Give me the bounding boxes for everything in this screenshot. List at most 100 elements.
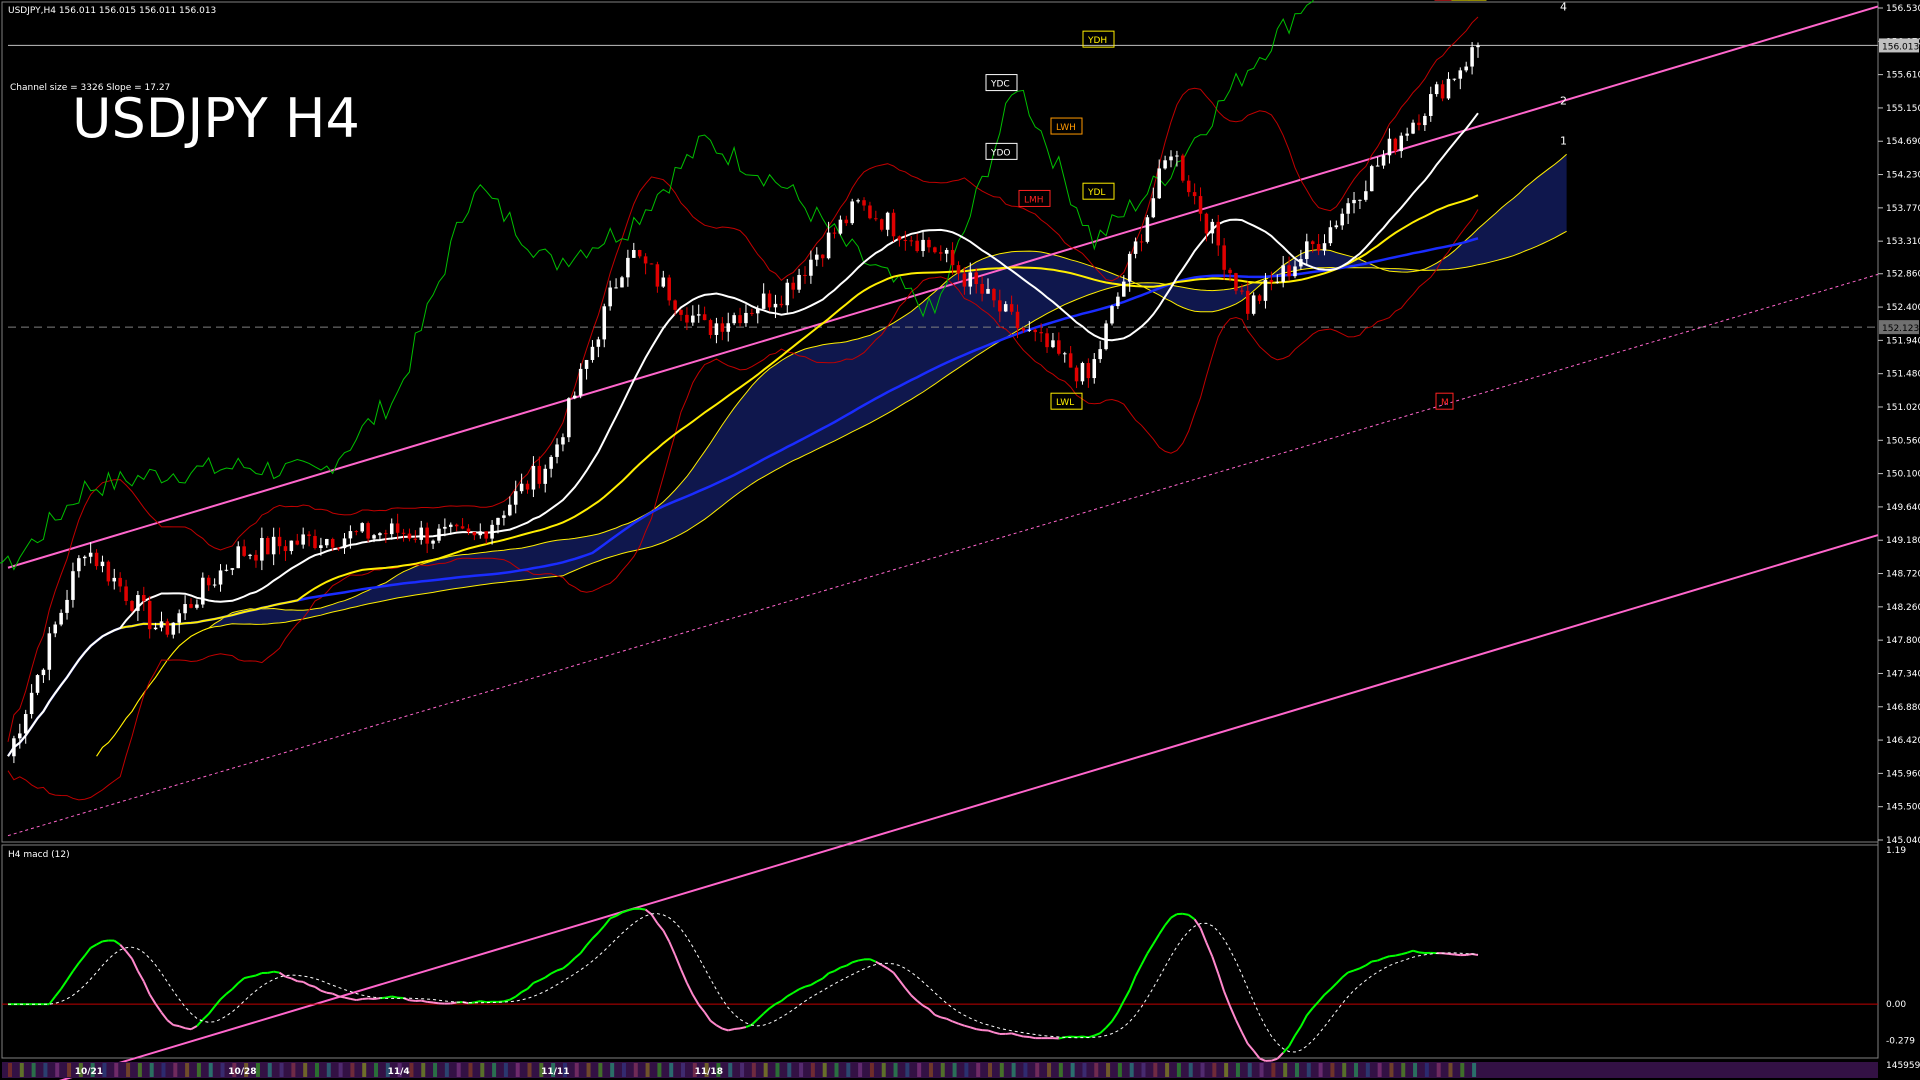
macd-segment [356, 998, 363, 1002]
time-strip-cell [8, 1063, 12, 1077]
tick-label: 147.800 [1886, 636, 1920, 646]
candle-body [797, 274, 801, 290]
label-ydo: YDO [990, 148, 1011, 158]
tick-label: 151.480 [1886, 370, 1920, 380]
candle-body [1092, 359, 1097, 379]
candle-body [466, 528, 471, 532]
candle-body [1003, 304, 1008, 312]
candle-body [53, 624, 57, 634]
time-strip-cell [1413, 1063, 1418, 1077]
macd-segment [1418, 951, 1425, 955]
time-strip-cell [1318, 1063, 1323, 1077]
time-strip-cell [1117, 1063, 1122, 1077]
macd-segment [857, 958, 865, 962]
candle-body [35, 675, 40, 693]
candle-body [106, 561, 111, 582]
candle-body [1234, 273, 1238, 291]
fan-label-4: 4 [1560, 1, 1567, 14]
candle-body [1198, 196, 1203, 214]
macd-segment [273, 970, 280, 974]
candle-body [77, 558, 81, 572]
candle-body [779, 303, 784, 306]
tick-label: 154.230 [1886, 171, 1920, 181]
last-price-label: 156.013 [1882, 42, 1919, 52]
time-strip-cell [527, 1063, 532, 1077]
candle-body [1051, 340, 1055, 348]
candle-body [620, 277, 624, 288]
candle-body [183, 604, 187, 614]
macd-tick-label: -0.279 [1886, 1036, 1915, 1046]
macd-segment [344, 996, 351, 1000]
candle-body [1080, 363, 1085, 382]
candle-body [903, 240, 908, 242]
time-strip-cell [468, 1063, 473, 1077]
time-strip-cell [775, 1063, 780, 1077]
candle-body [59, 612, 63, 625]
candle-body [159, 621, 164, 628]
candle-body [950, 249, 955, 266]
candle-body [584, 359, 589, 369]
candle-body [502, 515, 506, 518]
candle-body [1334, 225, 1339, 228]
time-strip-cell [1141, 1063, 1146, 1077]
time-strip-cell [1354, 1063, 1359, 1077]
time-strip-cell [456, 1063, 461, 1077]
macd-segment [297, 980, 304, 983]
candle-body [1027, 329, 1032, 331]
macd-segment [173, 1023, 180, 1028]
time-strip-cell [196, 1063, 201, 1077]
candle-body [460, 526, 465, 529]
candle-body [277, 536, 282, 547]
candle-body [1068, 353, 1073, 368]
macd-segment [450, 1001, 457, 1005]
candle-body [1009, 304, 1014, 312]
time-strip-cell [988, 1063, 992, 1077]
candle-body [655, 264, 660, 287]
time-strip-cell [787, 1063, 792, 1077]
candle-body [1240, 290, 1244, 292]
candle-body [1204, 213, 1209, 234]
candle-body [891, 212, 896, 237]
macd-segment [739, 1026, 747, 1030]
tick-label: 156.530 [1886, 4, 1920, 14]
candle-body [472, 531, 477, 536]
candle-body [1352, 199, 1356, 204]
time-strip-cell [1342, 1063, 1347, 1077]
tick-label: 151.020 [1886, 403, 1920, 413]
candle-body [572, 395, 577, 399]
candle-body [265, 537, 270, 555]
time-strip-cell [1106, 1063, 1111, 1077]
candle-body [543, 468, 547, 484]
candle-body [407, 533, 412, 539]
time-strip-cell [291, 1063, 296, 1077]
macd-segment [338, 995, 345, 999]
candle-body [1098, 349, 1102, 360]
candle-body [1086, 363, 1091, 379]
time-strip-cell [421, 1063, 426, 1077]
candle-body [1057, 340, 1061, 354]
time-strip-cell [267, 1063, 272, 1077]
candle-body [874, 218, 878, 220]
candle-body [531, 465, 536, 490]
candle-body [88, 552, 93, 557]
candle-body [124, 586, 128, 602]
tick-label: 145.960 [1886, 769, 1920, 779]
candle-body [1062, 353, 1067, 355]
tick-label: 152.860 [1886, 270, 1920, 280]
candle-body [1245, 290, 1250, 314]
candle-body [750, 312, 754, 314]
candle-body [791, 282, 795, 290]
time-strip-cell [1448, 1063, 1453, 1077]
candle-body [118, 577, 122, 587]
time-strip-cell [964, 1063, 969, 1077]
label-m2: M [1441, 398, 1449, 408]
time-strip-cell [444, 1063, 449, 1077]
macd-bottom-label: 145959 [1886, 1061, 1920, 1071]
candle-body [939, 252, 943, 254]
time-strip-cell [161, 1063, 166, 1077]
candle-body [478, 531, 483, 536]
time-strip-cell [1235, 1063, 1240, 1077]
macd-segment [1029, 1035, 1036, 1040]
label-lwh: LWH [1056, 123, 1076, 133]
time-axis: 10/21 10/28 11/4 11/11 11/18 [2, 1062, 1878, 1078]
